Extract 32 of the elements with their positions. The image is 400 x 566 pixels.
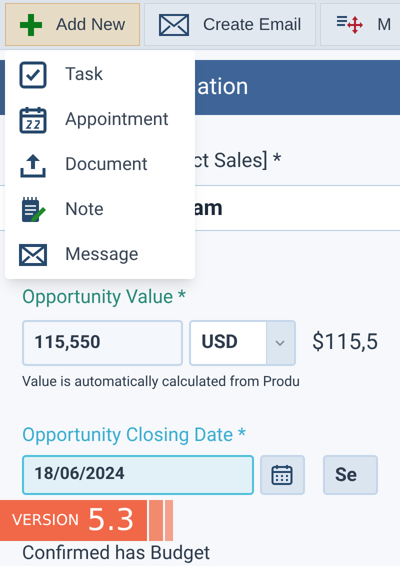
help-text: Value is automatically calculated from Produ <box>22 372 301 392</box>
badge-stripe <box>164 500 173 541</box>
envelope-icon <box>158 14 189 36</box>
action-button[interactable]: Se <box>322 455 378 495</box>
badge-stripe <box>148 500 163 541</box>
toolbar-button[interactable]: Create Email <box>144 3 316 46</box>
amount-field[interactable]: 115,550 <box>22 320 184 366</box>
menu-item[interactable]: Appointment <box>5 97 195 142</box>
field-label: Confirmed has Budget <box>22 542 210 564</box>
checkbox-icon <box>19 60 47 88</box>
toolbar-button[interactable]: Add New <box>5 3 140 46</box>
version-number: 5.3 <box>87 502 135 540</box>
calendar-icon <box>19 106 47 134</box>
field-label: Opportunity Closing Date * <box>22 422 247 448</box>
notepad-icon <box>19 196 47 224</box>
field-label: Opportunity Value * <box>22 284 187 310</box>
date-field[interactable]: 18/06/2024 <box>22 455 254 495</box>
menu-item[interactable]: Task <box>5 52 195 97</box>
envelope-icon <box>19 244 47 266</box>
amount-display: $115,5 <box>312 329 378 357</box>
currency-select[interactable]: USD <box>189 320 296 366</box>
menu-item[interactable]: Note <box>5 187 195 232</box>
toolbar-button[interactable]: M <box>320 3 400 46</box>
calendar-button[interactable] <box>260 455 305 495</box>
calendar-icon <box>271 464 294 486</box>
merge-icon <box>335 14 364 36</box>
menu-item[interactable]: Document <box>5 142 195 187</box>
chevron-down-icon <box>275 340 286 346</box>
menu-item[interactable]: Message <box>5 232 195 277</box>
panel-title: ation <box>197 72 248 102</box>
plus-icon <box>20 14 42 36</box>
version-label: VERSION <box>12 510 80 532</box>
